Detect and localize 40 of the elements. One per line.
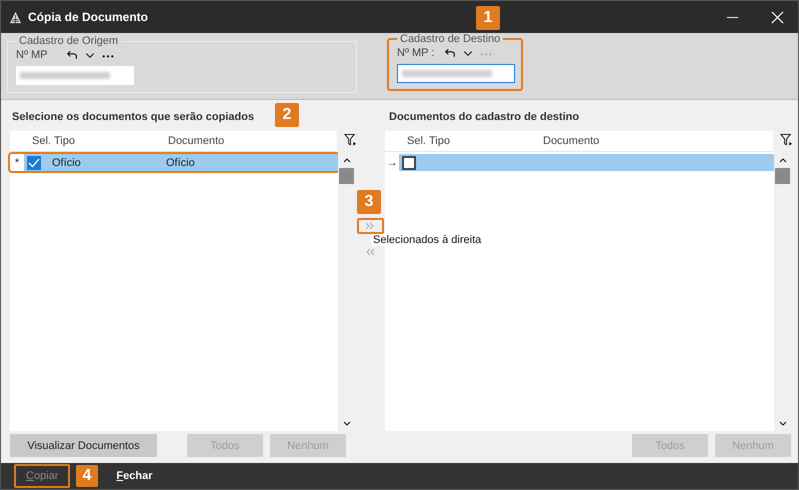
panel-heading: Selecione os documentos que serão copiados [11,110,254,125]
column-header[interactable]: Tipo [429,135,543,147]
double-chevron-left-icon [365,247,375,257]
checkbox[interactable] [402,156,416,170]
field-label: Nº MP [16,49,48,61]
undo-arrow-icon[interactable] [66,50,78,60]
column-header[interactable]: Documento [543,135,773,147]
table-cell-text: Ofício [166,156,196,168]
fieldset-legend: Cadastro de Destino [397,33,504,45]
checkbox[interactable] [27,156,41,170]
column-header[interactable]: Tipo [54,135,168,147]
column-header[interactable]: Documento [168,135,337,147]
table-row[interactable]: * Ofício Ofício [10,154,338,171]
scrollbar-thumb[interactable] [339,168,354,184]
column-header[interactable]: Sel. [399,135,429,147]
double-chevron-right-icon [365,221,375,231]
panel-heading: Documentos do cadastro de destino [388,110,580,125]
mp-input-field[interactable] [16,66,134,85]
scrollbar-thumb[interactable] [775,168,790,184]
row-marker: → [385,154,399,171]
filter-icon[interactable] [780,133,793,147]
callout-badge: 2 [275,103,299,127]
callout-badge: 4 [76,465,98,487]
tooltip: Selecionados à direita [371,234,484,246]
footer-button[interactable]: Fechar [106,464,163,488]
table-cell-text: Ofício [52,156,82,168]
table-row[interactable]: → [385,154,774,171]
column-header[interactable]: Sel. [24,135,54,147]
filter-icon[interactable] [344,133,357,147]
row-marker: * [10,154,24,171]
mp-input-field[interactable] [397,64,515,83]
field-label: Nº MP : [397,47,434,59]
callout-badge: 1 [476,6,500,30]
window-title: Cópia de Documento [28,10,148,24]
undo-arrow-icon[interactable] [444,48,456,58]
callout-badge: 3 [357,190,381,214]
fieldset-legend: Cadastro de Origem [16,35,122,47]
pyramid-icon [9,10,22,24]
panel-button[interactable]: Visualizar Documentos [10,434,157,457]
close-button[interactable] [771,10,784,24]
